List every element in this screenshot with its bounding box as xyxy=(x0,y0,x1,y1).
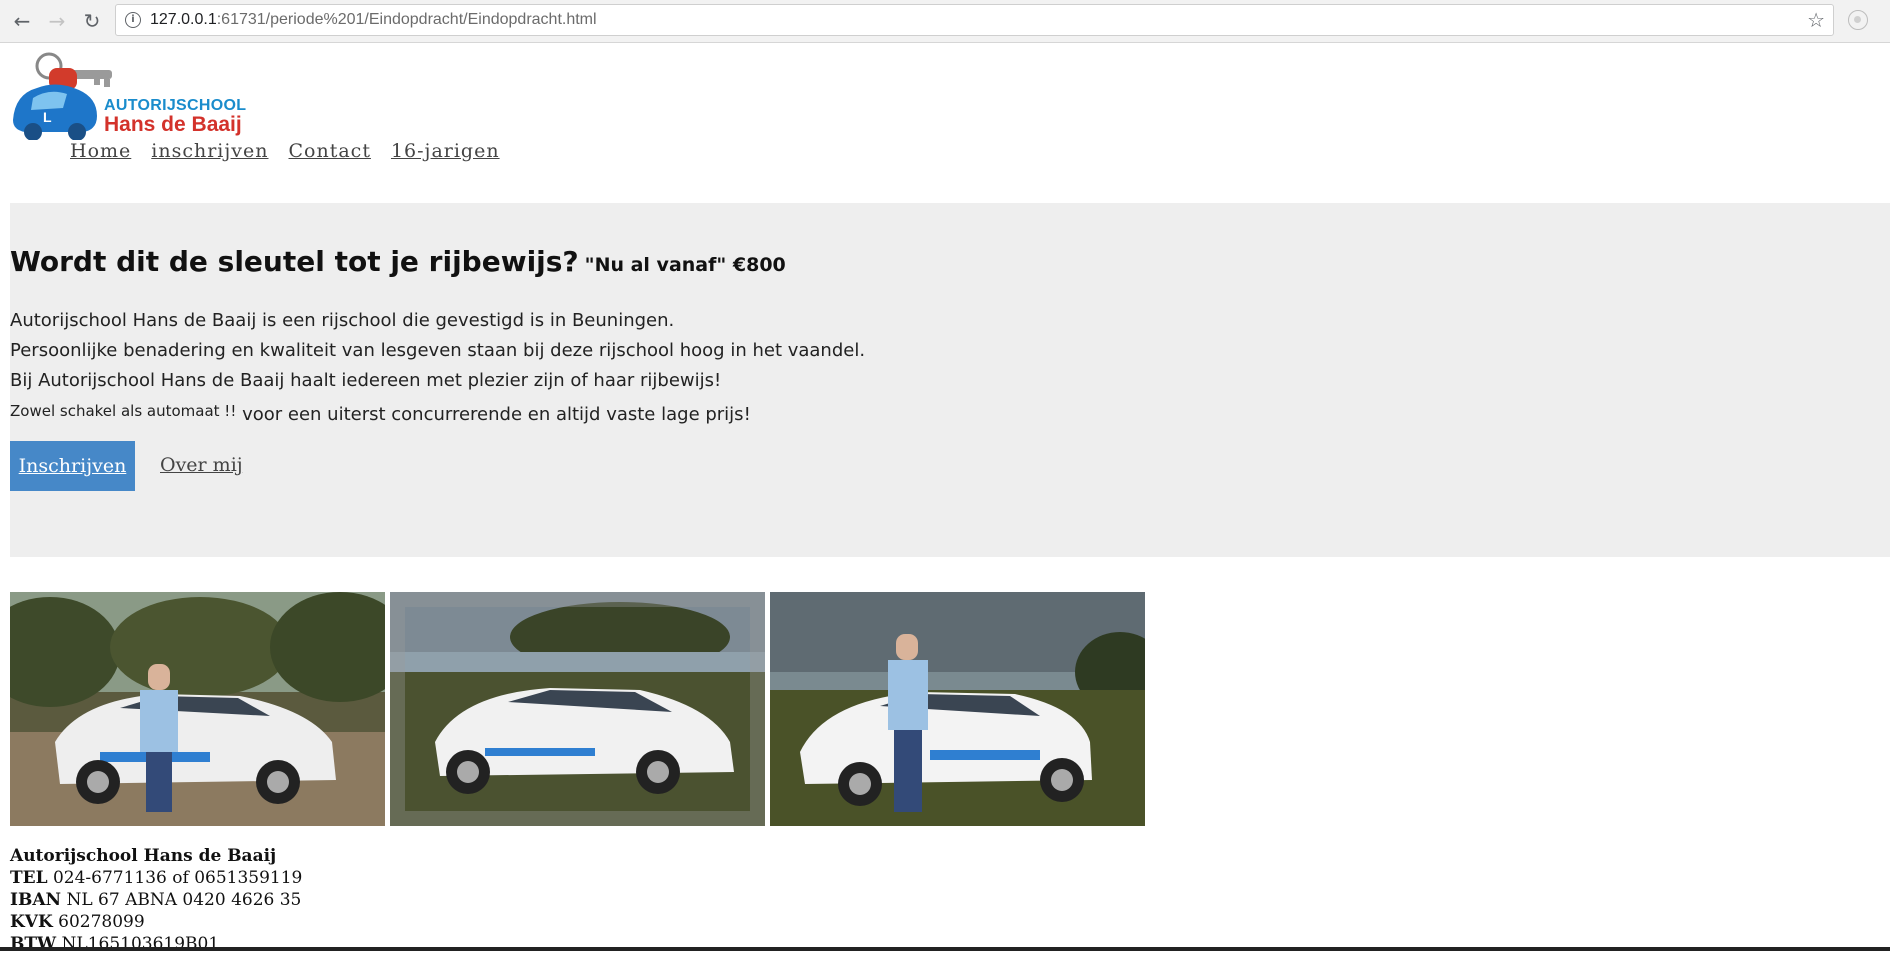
hero-section: Wordt dit de sleutel tot je rijbewijs? "N… xyxy=(10,203,1890,557)
nav-link-home[interactable]: Home xyxy=(70,140,131,162)
svg-text:L: L xyxy=(43,109,52,125)
hero-text-line: Bij Autorijschool Hans de Baaij haalt ie… xyxy=(10,370,722,391)
footer-kvk-label: KVK xyxy=(10,912,53,932)
footer-tel-value: 024-6771136 of 0651359119 xyxy=(52,868,303,888)
footer-company-name: Autorijschool Hans de Baaij xyxy=(10,846,277,866)
hero-small-text: Zowel schakel als automaat !! xyxy=(10,402,237,420)
info-icon[interactable]: i xyxy=(125,12,141,28)
back-arrow-icon[interactable]: ← xyxy=(10,9,34,33)
hero-text-line: Persoonlijke benadering en kwaliteit van… xyxy=(10,340,866,361)
site-logo[interactable]: L AUTORIJSCHOOL Hans de Baaij xyxy=(9,50,246,140)
reload-icon[interactable]: ↻ xyxy=(80,9,104,33)
nav-link-contact[interactable]: Contact xyxy=(289,140,371,162)
logo-subtitle: Hans de Baaij xyxy=(104,113,242,136)
footer-kvk-value: 60278099 xyxy=(58,912,145,932)
footer-tel-label: TEL xyxy=(10,868,48,888)
nav-link-16-jarigen[interactable]: 16-jarigen xyxy=(391,140,500,162)
bookmark-star-icon[interactable]: ☆ xyxy=(1807,8,1825,32)
hero-price: "Nu al vanaf" €800 xyxy=(584,254,786,276)
address-bar[interactable]: i 127.0.0.1:61731/periode%201/Eindopdrac… xyxy=(115,4,1834,36)
hero-text-line: Zowel schakel als automaat !! voor een u… xyxy=(10,402,751,425)
url-text[interactable]: 127.0.0.1:61731/periode%201/Eindopdracht… xyxy=(150,11,597,29)
footer-iban-label: IBAN xyxy=(10,890,62,910)
footer-iban-value: NL 67 ABNA 0420 4626 35 xyxy=(66,890,302,910)
browser-toolbar: ← → ↻ i 127.0.0.1:61731/periode%201/Eind… xyxy=(0,0,1890,43)
footer-btw-value: NL165103619B01 xyxy=(61,934,220,954)
inschrijven-button[interactable]: Inschrijven xyxy=(10,441,135,491)
main-nav: Home inschrijven Contact 16-jarigen xyxy=(70,140,500,162)
car-key-logo-icon: L xyxy=(13,52,112,140)
footer-contact: Autorijschool Hans de Baaij TEL 024-6771… xyxy=(10,845,302,955)
forward-arrow-icon[interactable]: → xyxy=(45,9,69,33)
hero-text-rest: voor een uiterst concurrerende en altijd… xyxy=(242,404,751,425)
hero-text-line: Autorijschool Hans de Baaij is een rijsc… xyxy=(10,310,675,331)
nav-link-inschrijven[interactable]: inschrijven xyxy=(151,140,268,162)
photo-car-riverside xyxy=(390,592,765,826)
extension-icon[interactable] xyxy=(1848,10,1868,30)
footer-btw-label: BTW xyxy=(10,934,57,954)
photo-car-instructor-park xyxy=(10,592,385,826)
window-bottom-edge xyxy=(0,947,1890,951)
hero-title: Wordt dit de sleutel tot je rijbewijs? xyxy=(10,245,579,278)
hero-heading: Wordt dit de sleutel tot je rijbewijs? "N… xyxy=(10,245,786,278)
photo-instructor-car-field xyxy=(770,592,1145,826)
over-mij-link[interactable]: Over mij xyxy=(160,454,243,476)
